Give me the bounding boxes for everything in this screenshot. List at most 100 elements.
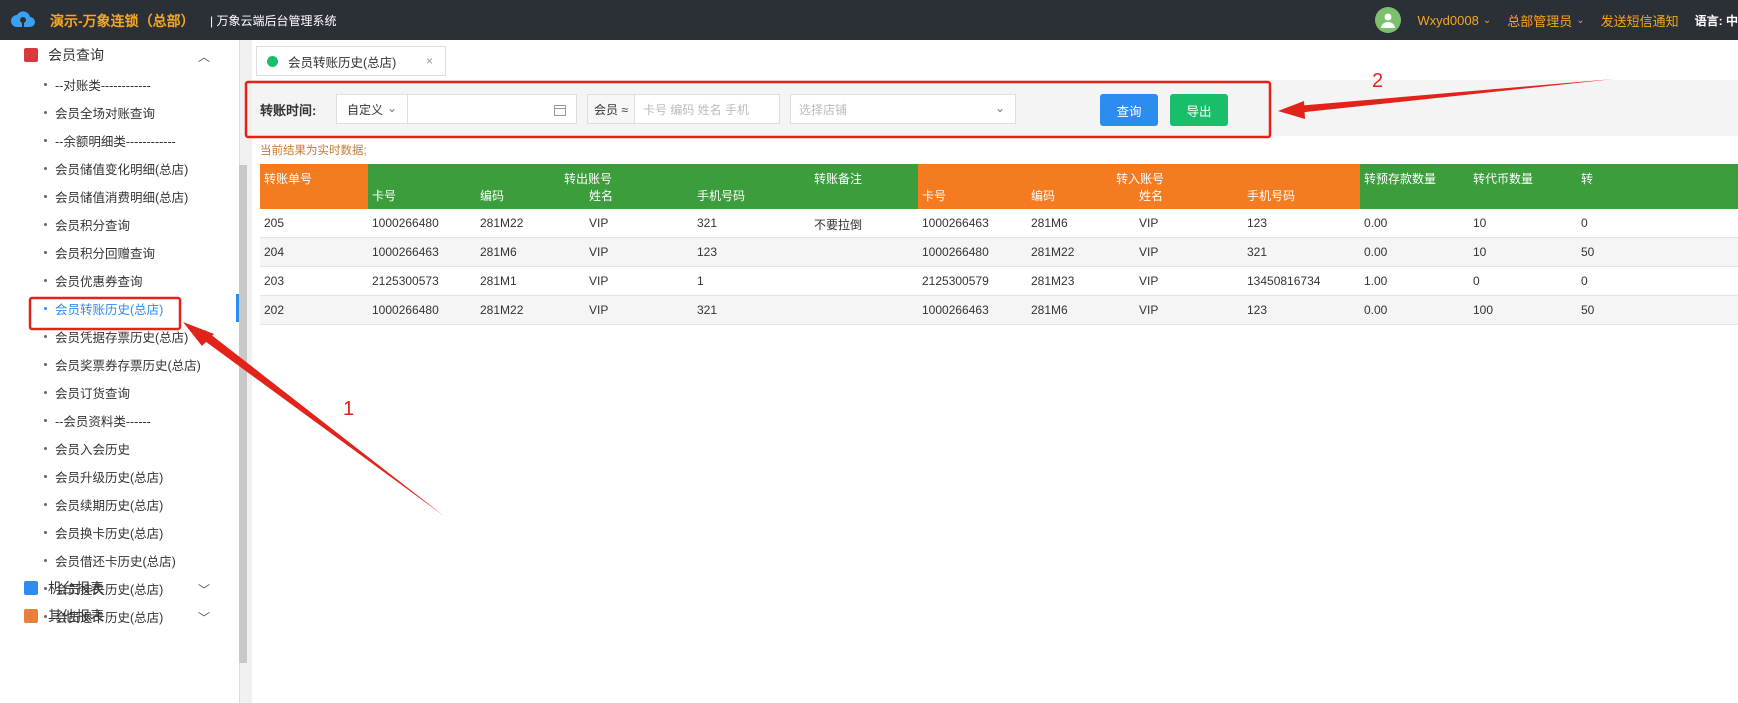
chevron-down-icon: ﹀ — [197, 611, 210, 625]
cell-prepaid: 1.00 — [1364, 274, 1388, 288]
language-value: 中 — [1725, 13, 1738, 28]
sidebar-item[interactable]: 会员优惠券查询 — [0, 266, 240, 294]
sidebar-item[interactable]: 会员储值消费明细(总店) — [0, 182, 240, 210]
user-menu[interactable]: Wxyd0008 ⌄ — [1417, 13, 1491, 28]
sidebar-item-label: --会员资料类------ — [55, 414, 151, 429]
sidebar-item[interactable]: 会员升级历史(总店) — [0, 462, 240, 490]
role-menu[interactable]: 总部管理员 ⌄ — [1507, 11, 1584, 30]
sidebar-item[interactable]: --对账类------------ — [0, 70, 240, 98]
sidebar-item-label: 会员全场对账查询 — [55, 106, 156, 121]
cell-out-phone: 321 — [697, 216, 718, 230]
layers-icon — [24, 609, 38, 623]
language-label: 语言: — [1694, 13, 1723, 28]
sidebar-item[interactable]: 会员凭据存票历史(总店) — [0, 322, 240, 350]
sidebar-item[interactable]: 会员奖票券存票历史(总店) — [0, 350, 240, 378]
bullet-icon — [44, 390, 47, 394]
table-row[interactable]: 202 1000266480 281M22 VIP 321 1000266463 281M6… — [260, 296, 1738, 325]
main-content: 转账时间: 自定义 ⌄ 会员 ≈ 卡号 编码 姓名 手机 选择店铺 ⌄ 查询 导… — [252, 80, 1738, 703]
header-out-card: 卡号 — [372, 189, 397, 203]
sidebar-item-label: 会员换卡历史(总店) — [55, 526, 164, 541]
sidebar-item-label: 会员转账历史(总店) — [55, 302, 164, 317]
sidebar-group-other-report[interactable]: 其他报表 ﹀ — [0, 601, 240, 631]
sidebar-item[interactable]: 会员积分查询 — [0, 210, 240, 238]
cell-in-name: VIP — [1139, 274, 1159, 288]
sidebar-item-label: 会员订货查询 — [55, 386, 131, 401]
sidebar-group-member-query[interactable]: 会员查询 ︿ — [0, 40, 240, 70]
cell-in-code: 281M22 — [1031, 245, 1075, 259]
sidebar-item[interactable]: 会员入会历史 — [0, 434, 240, 462]
cell-remark: 不要拉倒 — [814, 218, 863, 232]
book-icon — [24, 48, 38, 62]
role-name: 总部管理员 — [1507, 13, 1573, 29]
cell-more: 50 — [1581, 245, 1595, 259]
sidebar-item[interactable]: 会员订货查询 — [0, 378, 240, 406]
query-button[interactable]: 查询 — [1100, 94, 1158, 126]
annotation-number-1: 1 — [343, 398, 355, 420]
cell-coin: 100 — [1473, 303, 1494, 317]
sidebar-item-label: 会员续期历史(总店) — [55, 498, 164, 513]
system-subtitle: | 万象云端后台管理系统 — [210, 14, 337, 28]
cell-out-name: VIP — [589, 245, 609, 259]
sidebar-item-label: 会员借还卡历史(总店) — [55, 554, 176, 569]
user-icon — [1381, 13, 1396, 28]
date-range-select[interactable]: 自定义 ⌄ — [336, 94, 408, 124]
cloud-logo-icon — [11, 11, 35, 29]
cell-out-card: 2125300573 — [372, 274, 439, 288]
sidebar-item[interactable]: 会员转账历史(总店) — [0, 294, 240, 322]
sidebar-item[interactable]: 会员全场对账查询 — [0, 98, 240, 126]
header-out-phone: 手机号码 — [697, 189, 746, 203]
sidebar-item-label: 会员入会历史 — [55, 442, 131, 457]
table-row[interactable]: 203 2125300573 281M1 VIP 1 2125300579 281M23 VI… — [260, 267, 1738, 296]
cell-in-phone: 13450816734 — [1247, 274, 1321, 288]
sidebar-group-machine-report[interactable]: 机台报表 ﹀ — [0, 573, 240, 603]
sidebar-item-label: 会员储值消费明细(总店) — [55, 190, 189, 205]
header-in-card: 卡号 — [922, 189, 947, 203]
cell-out-name: VIP — [589, 303, 609, 317]
header-order-no-cell: 转账单号 — [260, 164, 368, 209]
cell-in-card: 1000266463 — [922, 216, 989, 230]
chevron-down-icon: ⌄ — [1576, 14, 1585, 26]
sidebar-scrollbar[interactable] — [239, 165, 247, 663]
header-amount-group: 转预存款数量 转代币数量 转 — [1360, 164, 1738, 209]
bullet-icon — [44, 194, 47, 198]
bullet-icon — [44, 418, 47, 422]
date-input[interactable] — [407, 94, 577, 124]
header-in-phone: 手机号码 — [1247, 189, 1296, 203]
sidebar-item[interactable]: 会员储值变化明细(总店) — [0, 154, 240, 182]
bullet-icon — [44, 362, 47, 366]
cell-in-code: 281M23 — [1031, 274, 1075, 288]
header-in-account: 转入账号 — [1116, 172, 1165, 186]
sidebar-item[interactable]: --余额明细类------------ — [0, 126, 240, 154]
table-row[interactable]: 204 1000266463 281M6 VIP 123 1000266480 281M22… — [260, 238, 1738, 267]
export-button[interactable]: 导出 — [1170, 94, 1228, 126]
bullet-icon — [44, 250, 47, 254]
sidebar-group-label: 机台报表 — [48, 580, 104, 596]
send-sms-link[interactable]: 发送短信通知 — [1601, 11, 1679, 30]
cell-in-phone: 321 — [1247, 245, 1268, 259]
header-in-code: 编码 — [1031, 189, 1056, 203]
tab-label: 会员转账历史(总店) — [288, 55, 397, 70]
language-selector[interactable]: 语言: 中 — [1695, 12, 1738, 29]
tab-member-transfer-history[interactable]: 会员转账历史(总店) × — [256, 46, 446, 76]
store-select[interactable]: 选择店铺 ⌄ — [790, 94, 1016, 124]
table-row[interactable]: 205 1000266480 281M22 VIP 321 不要拉倒 1000266463 2… — [260, 209, 1738, 238]
brand-title: 演示-万象连锁（总部） — [50, 13, 195, 29]
sidebar-item[interactable]: 会员借还卡历史(总店) — [0, 546, 240, 574]
member-search-placeholder: 卡号 编码 姓名 手机 — [643, 102, 750, 117]
sidebar-item[interactable]: 会员积分回赠查询 — [0, 238, 240, 266]
bullet-icon — [44, 222, 47, 226]
cell-order-no: 204 — [264, 245, 285, 259]
member-prefix-label: 会员 ≈ — [594, 102, 628, 117]
sidebar-item[interactable]: 会员续期历史(总店) — [0, 490, 240, 518]
bullet-icon — [44, 110, 47, 114]
close-icon[interactable]: × — [426, 54, 433, 68]
sidebar-item[interactable]: 会员换卡历史(总店) — [0, 518, 240, 546]
user-avatar[interactable] — [1375, 7, 1402, 33]
member-search-input[interactable]: 卡号 编码 姓名 手机 — [634, 94, 780, 124]
sidebar-item-label: 会员优惠券查询 — [55, 274, 143, 289]
sidebar-item-label: --对账类------------ — [55, 78, 151, 93]
header-coin: 转代币数量 — [1473, 172, 1534, 186]
cell-coin: 0 — [1473, 274, 1480, 288]
sidebar-item[interactable]: --会员资料类------ — [0, 406, 240, 434]
transfer-time-label: 转账时间: — [260, 103, 317, 118]
